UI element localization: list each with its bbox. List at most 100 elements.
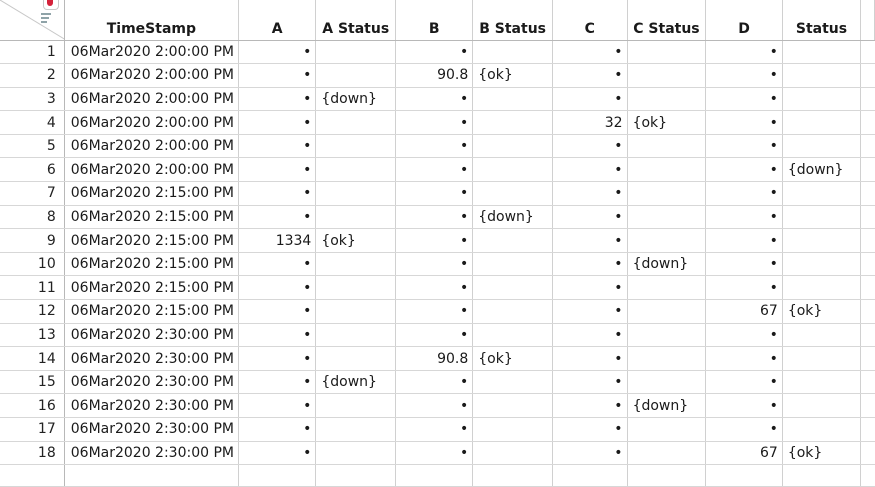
cell-b[interactable]: •	[395, 393, 474, 418]
cell-timestamp[interactable]: 06Mar2020 2:15:00 PM	[64, 275, 240, 301]
cell-a[interactable]: •	[238, 275, 317, 301]
cell-b-status[interactable]	[472, 134, 554, 159]
cell-b-status[interactable]	[472, 323, 554, 348]
cell-a[interactable]: •	[238, 323, 317, 348]
table-row[interactable]: 8 06Mar2020 2:15:00 PM • • {down} • •	[0, 205, 875, 230]
cell-c[interactable]: •	[552, 157, 628, 183]
cell-timestamp[interactable]: 06Mar2020 2:15:00 PM	[64, 228, 240, 253]
column-header-c[interactable]: C	[552, 0, 628, 41]
row-number[interactable]: 6	[0, 157, 65, 183]
cell-status[interactable]	[782, 228, 862, 253]
cell-timestamp[interactable]: 06Mar2020 2:00:00 PM	[64, 63, 240, 88]
row-number[interactable]: 7	[0, 181, 65, 206]
cell-timestamp[interactable]: 06Mar2020 2:30:00 PM	[64, 323, 240, 348]
cell-b[interactable]: •	[395, 441, 474, 466]
cell-c[interactable]: •	[552, 205, 628, 230]
cell-c-status[interactable]	[627, 205, 707, 230]
cell-status[interactable]: {ok}	[782, 441, 862, 466]
red-triangle-menu-icon[interactable]	[43, 0, 59, 10]
cell-a[interactable]: •	[238, 40, 317, 65]
cell-a-status[interactable]	[315, 252, 397, 277]
cell-timestamp[interactable]: 06Mar2020 2:15:00 PM	[64, 205, 240, 230]
cell-a-status[interactable]: {ok}	[315, 228, 397, 253]
cell-a-status[interactable]	[315, 346, 397, 371]
cell-b[interactable]: •	[395, 181, 474, 206]
rows-list-icon[interactable]	[41, 13, 55, 25]
cell-d[interactable]: •	[705, 63, 783, 88]
table-row[interactable]: 17 06Mar2020 2:30:00 PM • • • •	[0, 417, 875, 442]
table-row[interactable]: 6 06Mar2020 2:00:00 PM • • • • {down}	[0, 157, 875, 183]
column-header-d[interactable]: D	[705, 0, 783, 41]
cell-a[interactable]: •	[238, 393, 317, 418]
cell-b-status[interactable]	[472, 110, 554, 135]
cell-c[interactable]: •	[552, 393, 628, 418]
cell-c-status[interactable]: {ok}	[627, 110, 707, 135]
cell-timestamp[interactable]: 06Mar2020 2:30:00 PM	[64, 370, 240, 395]
cell-a-status[interactable]	[315, 134, 397, 159]
cell-c-status[interactable]: {down}	[627, 393, 707, 418]
cell-b-status[interactable]	[472, 393, 554, 418]
cell-a-status[interactable]	[315, 441, 397, 466]
cell-c-status[interactable]	[627, 181, 707, 206]
cell-a-status[interactable]	[315, 63, 397, 88]
table-row[interactable]: 2 06Mar2020 2:00:00 PM • 90.8 {ok} • •	[0, 63, 875, 88]
table-row[interactable]: 7 06Mar2020 2:15:00 PM • • • •	[0, 181, 875, 206]
cell-d[interactable]: •	[705, 346, 783, 371]
column-header-b-status[interactable]: B Status	[472, 0, 554, 41]
cell-status[interactable]: {down}	[782, 157, 862, 183]
table-row[interactable]: 14 06Mar2020 2:30:00 PM • 90.8 {ok} • •	[0, 346, 875, 371]
cell-a-status[interactable]	[315, 110, 397, 135]
cell-a[interactable]: •	[238, 87, 317, 112]
cell-c-status[interactable]	[627, 370, 707, 395]
cell-a[interactable]: •	[238, 252, 317, 277]
row-number[interactable]: 5	[0, 134, 65, 159]
cell-timestamp[interactable]: 06Mar2020 2:15:00 PM	[64, 252, 240, 277]
cell-timestamp[interactable]: 06Mar2020 2:00:00 PM	[64, 157, 240, 183]
cell-b-status[interactable]	[472, 299, 554, 324]
cell-timestamp[interactable]: 06Mar2020 2:15:00 PM	[64, 181, 240, 206]
cell-c[interactable]: •	[552, 63, 628, 88]
cell-c[interactable]: •	[552, 441, 628, 466]
cell-timestamp[interactable]: 06Mar2020 2:30:00 PM	[64, 393, 240, 418]
cell-b-status[interactable]	[472, 252, 554, 277]
cell-a[interactable]: 1334	[238, 228, 317, 253]
cell-d[interactable]: 67	[705, 299, 783, 324]
cell-b[interactable]: •	[395, 40, 474, 65]
cell-timestamp[interactable]: 06Mar2020 2:15:00 PM	[64, 299, 240, 324]
cell-b[interactable]: •	[395, 252, 474, 277]
cell-status[interactable]	[782, 393, 862, 418]
cell-b-status[interactable]: {ok}	[472, 346, 554, 371]
cell-status[interactable]	[782, 63, 862, 88]
table-row[interactable]: 9 06Mar2020 2:15:00 PM 1334 {ok} • • •	[0, 228, 875, 253]
row-number[interactable]: 17	[0, 417, 65, 442]
cell-c-status[interactable]	[627, 323, 707, 348]
cell-b[interactable]: •	[395, 205, 474, 230]
cell-status[interactable]	[782, 370, 862, 395]
row-number[interactable]: 8	[0, 205, 65, 230]
cell-b[interactable]: •	[395, 370, 474, 395]
cell-a-status[interactable]	[315, 205, 397, 230]
cell-d[interactable]: •	[705, 323, 783, 348]
cell-b-status[interactable]	[472, 40, 554, 65]
cell-a[interactable]: •	[238, 110, 317, 135]
cell-b-status[interactable]	[472, 275, 554, 301]
cell-status[interactable]	[782, 181, 862, 206]
cell-d[interactable]: •	[705, 157, 783, 183]
cell-b-status[interactable]: {down}	[472, 205, 554, 230]
cell-a-status[interactable]	[315, 323, 397, 348]
cell-d[interactable]: •	[705, 205, 783, 230]
cell-d[interactable]: •	[705, 181, 783, 206]
cell-d[interactable]: •	[705, 110, 783, 135]
cell-a-status[interactable]	[315, 275, 397, 301]
cell-a[interactable]: •	[238, 417, 317, 442]
column-header-status[interactable]: Status	[782, 0, 862, 41]
column-header-c-status[interactable]: C Status	[627, 0, 707, 41]
cell-c-status[interactable]	[627, 417, 707, 442]
table-row[interactable]: 5 06Mar2020 2:00:00 PM • • • •	[0, 134, 875, 159]
cell-c-status[interactable]	[627, 228, 707, 253]
cell-a-status[interactable]: {down}	[315, 370, 397, 395]
cell-c[interactable]: •	[552, 370, 628, 395]
cell-c[interactable]: •	[552, 228, 628, 253]
cell-c[interactable]: •	[552, 299, 628, 324]
cell-a-status[interactable]	[315, 393, 397, 418]
